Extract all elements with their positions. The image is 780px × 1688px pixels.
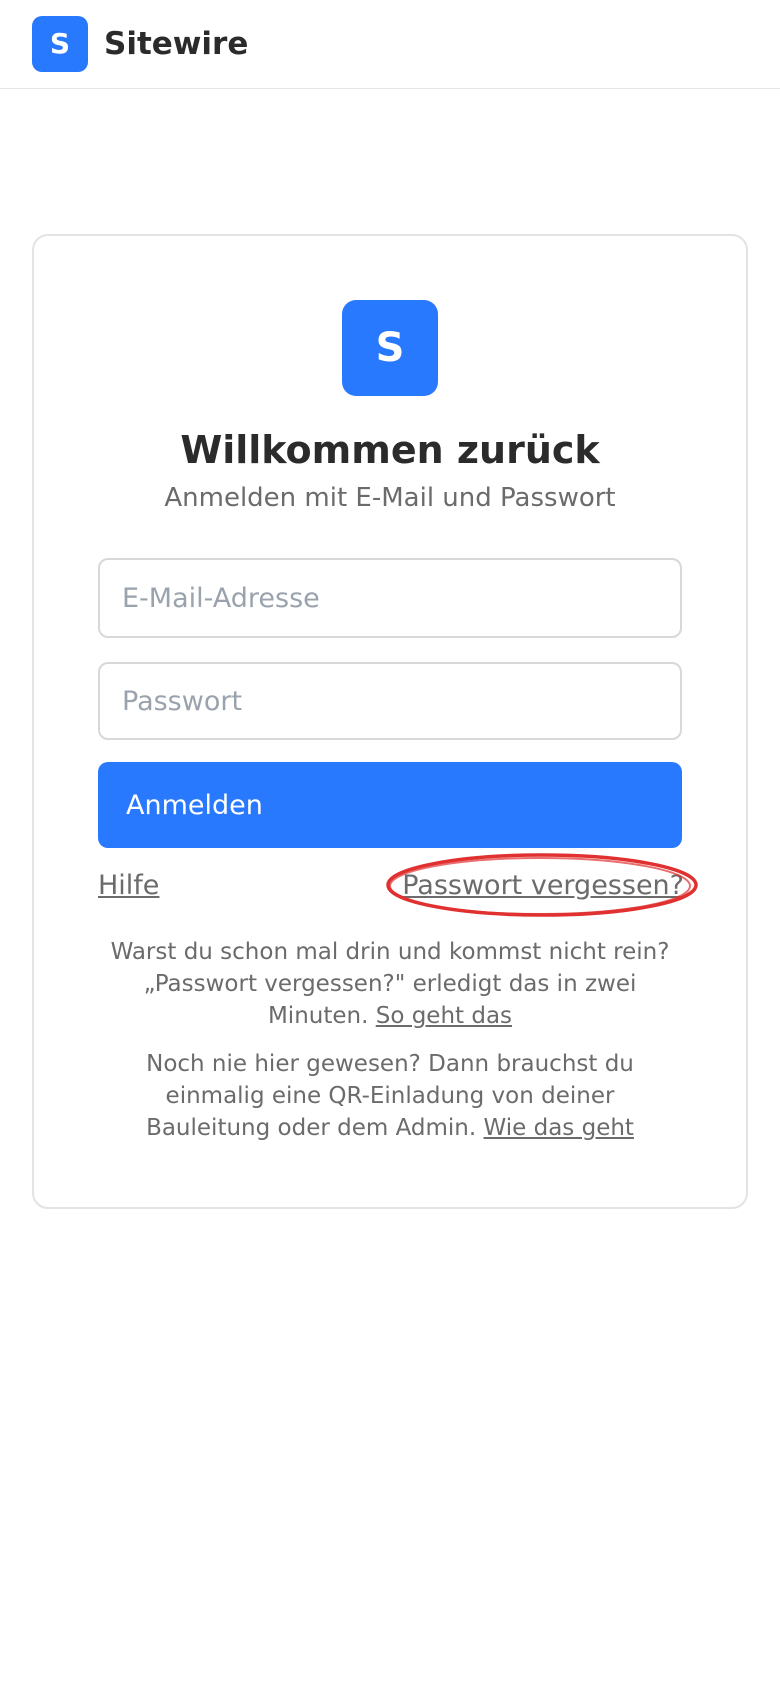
app-name: Sitewire — [104, 26, 249, 62]
brand-logo-icon[interactable]: S — [32, 16, 88, 72]
top-bar: S Sitewire — [0, 0, 780, 89]
page-subtitle: Anmelden mit E-Mail und Passwort — [164, 483, 616, 513]
help-link[interactable]: Hilfe — [98, 866, 159, 906]
card-logo-icon: S — [342, 300, 438, 396]
login-card: S Willkommen zurück Anmelden mit E-Mail … — [32, 234, 748, 1209]
email-field[interactable] — [98, 558, 682, 638]
password-field[interactable] — [98, 662, 682, 740]
info-returning-users: Warst du schon mal drin und kommst nicht… — [104, 936, 676, 1032]
page-title: Willkommen zurück — [180, 428, 600, 472]
how-it-works-link[interactable]: So geht das — [376, 1003, 512, 1029]
login-button[interactable]: Anmelden — [98, 762, 682, 848]
how-invite-works-link[interactable]: Wie das geht — [484, 1115, 634, 1141]
forgot-password-link[interactable]: Passwort vergessen? — [402, 866, 684, 906]
info-new-users: Noch nie hier gewesen? Dann brauchst du … — [104, 1048, 676, 1144]
